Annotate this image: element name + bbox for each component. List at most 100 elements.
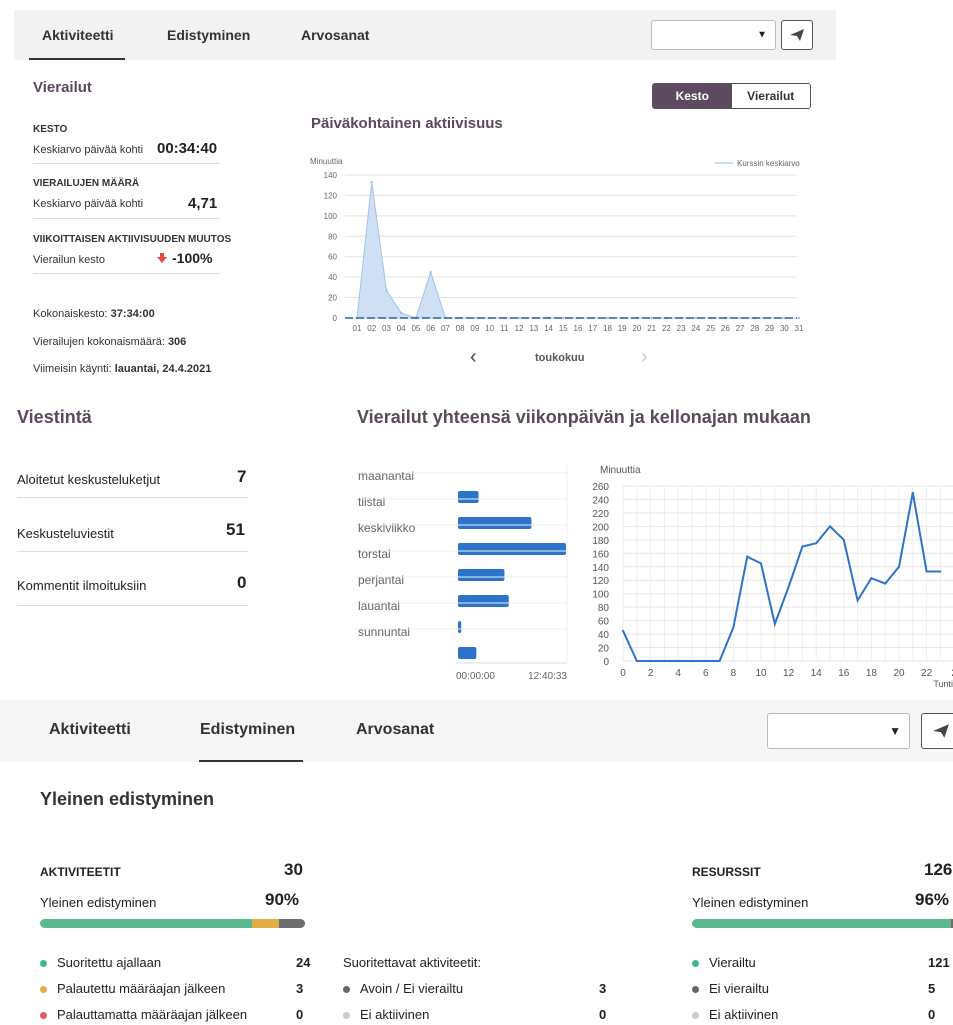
total-duration-label: Kokonaiskesto:: [33, 308, 108, 320]
toggle-kesto[interactable]: Kesto: [653, 84, 732, 108]
change-label: VIIKOITTAISEN AKTIIVISUUDEN MUUTOS: [33, 234, 232, 245]
tab-aktiviteetti[interactable]: Aktiviteetti: [42, 27, 114, 43]
month-label: toukokuu: [535, 352, 585, 364]
month-next-button[interactable]: ›: [641, 346, 648, 369]
series-line: [622, 492, 941, 662]
data-point: [787, 585, 790, 588]
chart-mode-toggle: Kesto Vierailut: [652, 83, 811, 109]
send-button[interactable]: [781, 20, 813, 50]
tab-edistyminen[interactable]: Edistyminen: [200, 721, 295, 739]
x-tick-label: 31: [795, 324, 804, 333]
x-tick-label: 01: [353, 324, 362, 333]
data-point: [517, 316, 521, 320]
y-axis-label: Minuuttia: [600, 465, 641, 476]
status-dot-icon: [692, 960, 699, 967]
tab-edistyminen[interactable]: Edistyminen: [167, 27, 250, 43]
x-tick-label: 10: [485, 324, 494, 333]
messaging-title: Viestintä: [17, 407, 92, 427]
x-tick-label: 20: [632, 324, 641, 333]
data-point: [400, 311, 403, 315]
todo-item-value: 3: [599, 981, 607, 996]
chevron-down-icon: ▼: [757, 29, 767, 41]
tab-arvosanat[interactable]: Arvosanat: [356, 721, 434, 739]
duration-value: 00:34:40: [157, 140, 218, 157]
progress-segment: [40, 919, 252, 928]
change-value: -100%: [172, 250, 213, 266]
send-icon: [790, 29, 804, 41]
bar: [458, 595, 509, 607]
data-point: [718, 660, 721, 662]
course-select[interactable]: ▼: [651, 20, 776, 50]
legend-label: Kurssin keskiarvo: [737, 159, 800, 168]
x-tick-label: 20: [893, 668, 905, 679]
activities-item-value: 0: [296, 1007, 304, 1022]
course-select[interactable]: ▼: [767, 713, 910, 749]
x-tick-label: 0: [620, 668, 626, 679]
y-tick-label: 20: [598, 644, 610, 655]
data-point: [732, 626, 735, 629]
x-tick-label: 07: [441, 324, 450, 333]
activities-overall-label: Yleinen edistyminen: [40, 895, 157, 910]
progress-segment: [692, 919, 952, 928]
x-tick-label: 29: [765, 324, 774, 333]
count-sub: Keskiarvo päivää kohti: [33, 198, 144, 210]
x-tick-label: 12: [515, 324, 524, 333]
y-tick-label: 60: [598, 617, 610, 628]
y-tick-label: 240: [592, 495, 609, 506]
tab-active-indicator: [199, 760, 303, 762]
y-tick-label: 80: [598, 603, 610, 614]
messaging-label-threads: Aloitetut keskusteluketjut: [17, 472, 161, 487]
total-duration-value: 37:34:00: [110, 308, 155, 320]
data-point: [898, 565, 900, 568]
data-point: [925, 570, 928, 573]
data-point: [746, 555, 749, 558]
visits-title: Vierailut: [33, 79, 92, 96]
x-tick-label: 04: [397, 324, 406, 333]
tab-arvosanat[interactable]: Arvosanat: [301, 27, 369, 43]
last-visit: Viimeisin käynti: lauantai, 24.4.2021: [33, 363, 211, 375]
y-tick-label: 260: [592, 482, 609, 493]
y-tick-label: 120: [324, 191, 338, 200]
month-prev-button[interactable]: ‹: [470, 346, 477, 369]
send-button[interactable]: [921, 713, 953, 749]
bar: [458, 621, 462, 633]
x-tick-label: 30: [780, 324, 789, 333]
data-point: [385, 289, 388, 292]
progress-segment: [252, 919, 279, 928]
y-tick-label: 220: [592, 509, 609, 520]
bar: [458, 647, 477, 659]
progress-segment: [278, 919, 305, 928]
y-tick-label: 120: [592, 576, 609, 587]
y-tick-label: 160: [592, 549, 609, 560]
x-tick-label: 17: [588, 324, 597, 333]
x-tick-label: 28: [750, 324, 759, 333]
last-visit-label: Viimeisin käynti:: [33, 363, 112, 375]
total-visits-value: 306: [167, 336, 187, 348]
divider: [33, 218, 220, 219]
chevron-down-icon: ▼: [889, 724, 901, 738]
data-point: [691, 660, 693, 662]
y-tick-label: 100: [324, 212, 338, 221]
x-tick-label: 00:00:00: [456, 671, 495, 682]
y-tick-label: 0: [333, 314, 338, 323]
x-axis-label: Tunti: [933, 679, 953, 689]
x-tick-label: 08: [456, 324, 465, 333]
y-tick-label: 40: [598, 630, 610, 641]
status-dot-icon: [692, 986, 699, 993]
activities-progress-bar: [40, 919, 305, 928]
data-point: [370, 180, 373, 184]
x-tick-label: 16: [838, 668, 850, 679]
activities-item-value: 3: [296, 981, 304, 996]
x-tick-label: 09: [470, 324, 479, 333]
data-point: [650, 316, 653, 320]
messaging-value-comments: 0: [237, 573, 247, 592]
data-point: [562, 316, 565, 320]
arrow-down-icon: [157, 253, 167, 263]
category-label: keskiviikko: [358, 521, 416, 535]
x-tick-label: 03: [382, 324, 391, 333]
x-tick-label: 16: [574, 324, 583, 333]
toggle-vierailut[interactable]: Vierailut: [731, 84, 810, 108]
tab-aktiviteetti[interactable]: Aktiviteetti: [49, 721, 131, 739]
status-dot-icon: [343, 986, 350, 993]
data-point: [622, 629, 624, 632]
